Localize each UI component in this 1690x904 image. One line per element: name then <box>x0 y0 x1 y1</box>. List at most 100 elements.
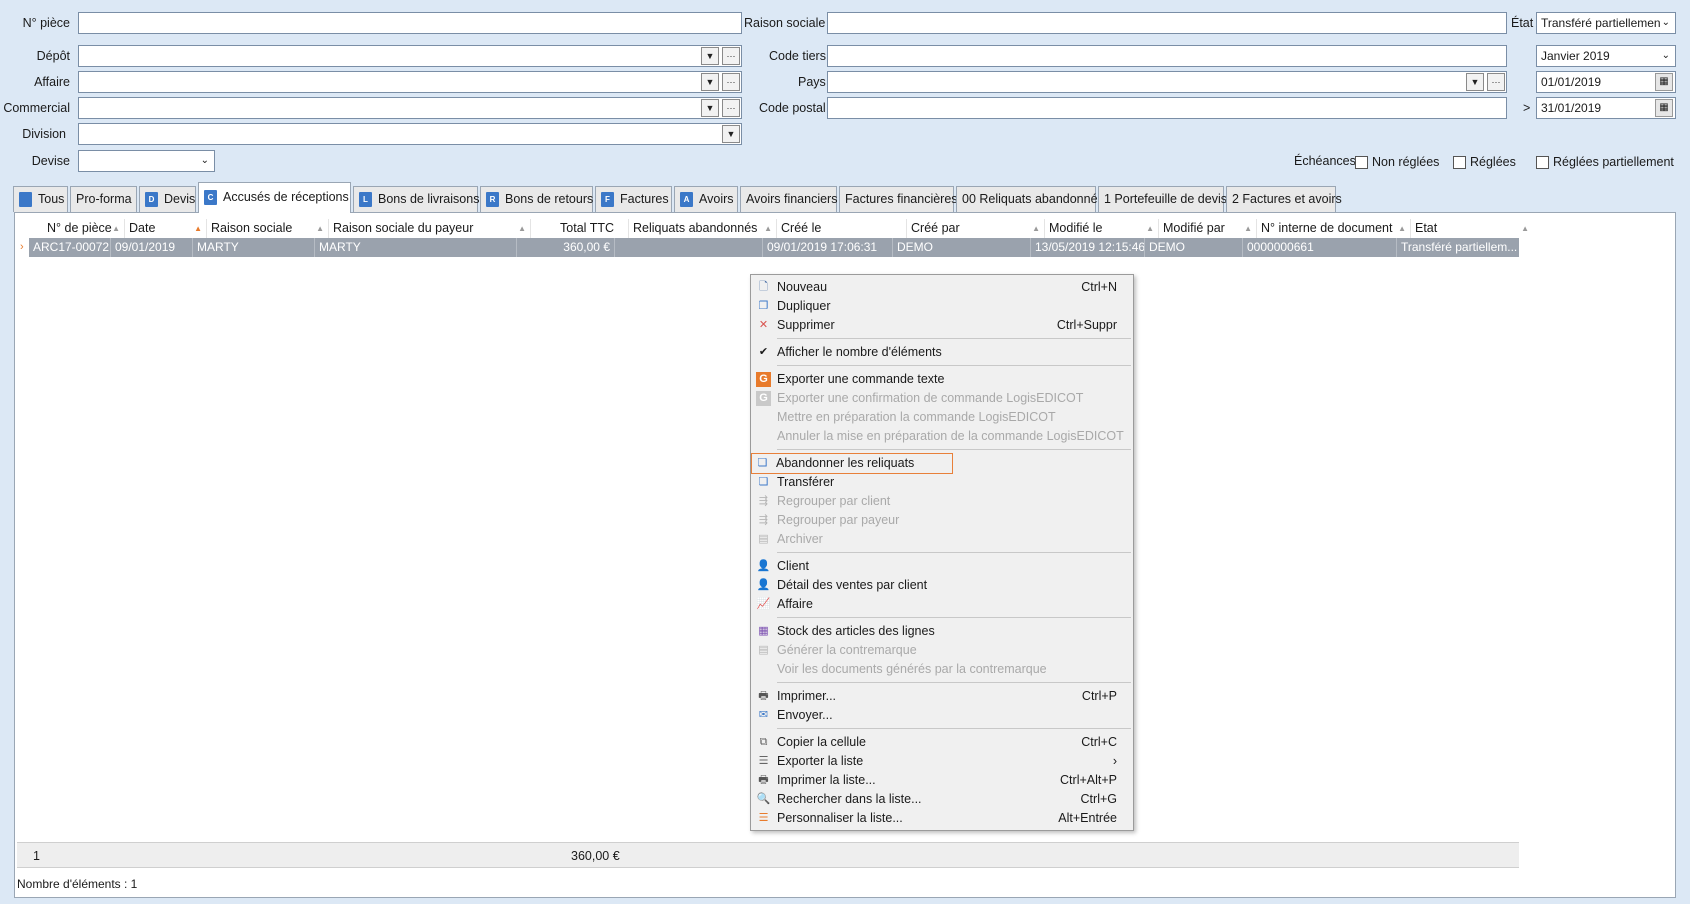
date-from-input[interactable]: 01/01/2019 ▦ <box>1536 71 1676 93</box>
col-total-ttc[interactable]: Total TTC <box>531 219 629 238</box>
commercial-dropdown-button[interactable]: ▼ <box>701 99 719 117</box>
pays-dropdown-button[interactable]: ▼ <box>1466 73 1484 91</box>
table-row[interactable]: ARC17-00072 09/01/2019 MARTY MARTY 360,0… <box>29 238 1519 257</box>
division-dropdown-button[interactable]: ▼ <box>722 125 740 143</box>
col-cree-le[interactable]: Créé le <box>777 219 907 238</box>
cell-modifie-le[interactable]: 13/05/2019 12:15:46 <box>1031 238 1145 257</box>
date-to-input[interactable]: 31/01/2019 ▦ <box>1536 97 1676 119</box>
tab-factures-financieres[interactable]: Factures financières <box>839 186 958 212</box>
tab-bons-livraisons[interactable]: L Bons de livraisons <box>353 186 479 212</box>
tab-reliquats-abandonnes[interactable]: 00 Reliquats abandonnés <box>956 186 1104 212</box>
cell-cree-par[interactable]: DEMO <box>893 238 1031 257</box>
calendar-icon[interactable]: ▦ <box>1655 99 1673 117</box>
cell-etat[interactable]: Transféré partiellem... <box>1397 238 1519 257</box>
group-icon: ⇶ <box>758 495 769 507</box>
col-modifie-le[interactable]: Modifié le ▲ <box>1045 219 1159 238</box>
menu-copier-cellule[interactable]: ⧉ Copier la cellule Ctrl+C <box>753 733 1131 752</box>
menu-stock-articles[interactable]: ▦ Stock des articles des lignes <box>753 622 1131 641</box>
piece-input[interactable] <box>78 12 742 34</box>
tab-factures[interactable]: F Factures <box>595 186 672 212</box>
code-tiers-input[interactable] <box>827 45 1507 67</box>
affaire-browse-button[interactable]: ··· <box>722 73 740 91</box>
cell-total-ttc[interactable]: 360,00 € <box>517 238 615 257</box>
col-raison-sociale-payeur[interactable]: Raison sociale du payeur ▲ <box>329 219 531 238</box>
tab-avoirs-financiers[interactable]: Avoirs financiers <box>740 186 837 212</box>
menu-client[interactable]: 👤 Client <box>753 557 1131 576</box>
commercial-browse-button[interactable]: ··· <box>722 99 740 117</box>
menu-affaire[interactable]: 📈 Affaire <box>753 595 1131 614</box>
menu-supprimer[interactable]: ✕ Supprimer Ctrl+Suppr <box>753 316 1131 335</box>
checkbox-box[interactable] <box>1355 156 1368 170</box>
menu-personnaliser-liste[interactable]: ☰ Personnaliser la liste... Alt+Entrée <box>753 809 1131 828</box>
commercial-select[interactable] <box>78 97 742 119</box>
tab-avoirs[interactable]: A Avoirs <box>674 186 738 212</box>
reglees-checkbox[interactable]: Réglées <box>1453 151 1516 173</box>
user-icon: 👤 <box>756 560 771 572</box>
cell-cree-le[interactable]: 09/01/2019 17:06:31 <box>763 238 893 257</box>
cell-reliquats-abandonnes[interactable] <box>615 238 763 257</box>
cell-raison-sociale-payeur[interactable]: MARTY <box>315 238 517 257</box>
retour-icon: R <box>486 192 499 208</box>
menu-exporter-liste[interactable]: ☰ Exporter la liste › <box>753 752 1131 771</box>
cell-numero-interne[interactable]: 0000000661 <box>1243 238 1397 257</box>
reglees-partiellement-checkbox[interactable]: Réglées partiellement <box>1536 151 1674 173</box>
col-numero-interne[interactable]: N° interne de document ▲ <box>1257 219 1411 238</box>
affaire-select[interactable] <box>78 71 742 93</box>
code-postal-input[interactable] <box>827 97 1507 119</box>
menu-imprimer[interactable]: 🖶 Imprimer... Ctrl+P <box>753 687 1131 706</box>
menu-generer-contremarque: ▤ Générer la contremarque <box>753 641 1131 660</box>
etat-select[interactable]: Transféré partiellemen ⌄ <box>1536 12 1676 34</box>
col-date[interactable]: Date ▲ <box>125 219 207 238</box>
tab-factures-avoirs[interactable]: 2 Factures et avoirs <box>1226 186 1342 212</box>
menu-exporter-confirmation: G Exporter une confirmation de commande L… <box>753 389 1131 408</box>
menu-exporter-commande[interactable]: G Exporter une commande texte <box>753 370 1131 389</box>
menu-rechercher-liste[interactable]: 🔍 Rechercher dans la liste... Ctrl+G <box>753 790 1131 809</box>
cell-modifie-par[interactable]: DEMO <box>1145 238 1243 257</box>
piece-label: N° pièce <box>22 16 70 30</box>
tab-accuses-receptions[interactable]: C Accusés de réceptions <box>198 182 351 213</box>
menu-separator <box>777 552 1131 553</box>
pays-browse-button[interactable]: ··· <box>1487 73 1505 91</box>
menu-imprimer-liste[interactable]: 🖶 Imprimer la liste... Ctrl+Alt+P <box>753 771 1131 790</box>
menu-transferer[interactable]: ❏ Transférer <box>753 473 1131 492</box>
menu-abandonner-reliquats[interactable]: ❏ Abandonner les reliquats <box>751 453 953 474</box>
col-etat[interactable]: Etat ▲ <box>1411 219 1533 238</box>
menu-afficher-nombre[interactable]: ✔ Afficher le nombre d'éléments <box>753 343 1131 362</box>
division-select[interactable] <box>78 123 742 145</box>
col-reliquats-abandonnes[interactable]: Reliquats abandonnés ▲ <box>629 219 777 238</box>
menu-envoyer[interactable]: ✉ Envoyer... <box>753 706 1131 725</box>
periode-select[interactable]: Janvier 2019 ⌄ <box>1536 45 1676 67</box>
col-modifie-par[interactable]: Modifié par ▲ <box>1159 219 1257 238</box>
col-numero-piece[interactable]: N° de pièce ▲ <box>43 219 125 238</box>
menu-nouveau[interactable]: 🗋 Nouveau Ctrl+N <box>753 278 1131 297</box>
pays-select[interactable] <box>827 71 1507 93</box>
checkbox-box[interactable] <box>1453 156 1466 170</box>
tab-bons-retours[interactable]: R Bons de retours <box>480 186 593 212</box>
tab-devis[interactable]: D Devis <box>139 186 196 212</box>
raison-sociale-input[interactable] <box>827 12 1507 34</box>
date-to-prefix: > <box>1523 101 1531 115</box>
menu-dupliquer[interactable]: ❐ Dupliquer <box>753 297 1131 316</box>
commande-icon: C <box>204 190 217 206</box>
calendar-icon[interactable]: ▦ <box>1655 73 1673 91</box>
tab-portefeuille-devis[interactable]: 1 Portefeuille de devis <box>1098 186 1227 212</box>
depot-select[interactable] <box>78 45 742 67</box>
depot-browse-button[interactable]: ··· <box>722 47 740 65</box>
tab-tous[interactable]: Tous <box>13 186 68 212</box>
depot-dropdown-button[interactable]: ▼ <box>701 47 719 65</box>
menu-detail-ventes[interactable]: 👤 Détail des ventes par client <box>753 576 1131 595</box>
checkbox-box[interactable] <box>1536 156 1549 170</box>
cell-numero-piece[interactable]: ARC17-00072 <box>29 238 111 257</box>
col-raison-sociale[interactable]: Raison sociale ▲ <box>207 219 329 238</box>
devise-select[interactable]: ⌄ <box>78 150 215 172</box>
non-reglees-checkbox[interactable]: Non réglées <box>1355 151 1439 173</box>
tab-pro-forma[interactable]: Pro-forma <box>70 186 137 212</box>
menu-separator <box>777 728 1131 729</box>
chevron-down-icon: ▼ <box>1470 77 1480 87</box>
affaire-dropdown-button[interactable]: ▼ <box>701 73 719 91</box>
cell-date[interactable]: 09/01/2019 <box>111 238 193 257</box>
cell-raison-sociale[interactable]: MARTY <box>193 238 315 257</box>
col-cree-par[interactable]: Créé par ▲ <box>907 219 1045 238</box>
new-document-icon: 🗋 <box>759 281 768 293</box>
grid-header: N° de pièce ▲ Date ▲ Raison sociale ▲ Raiso… <box>29 219 1675 238</box>
